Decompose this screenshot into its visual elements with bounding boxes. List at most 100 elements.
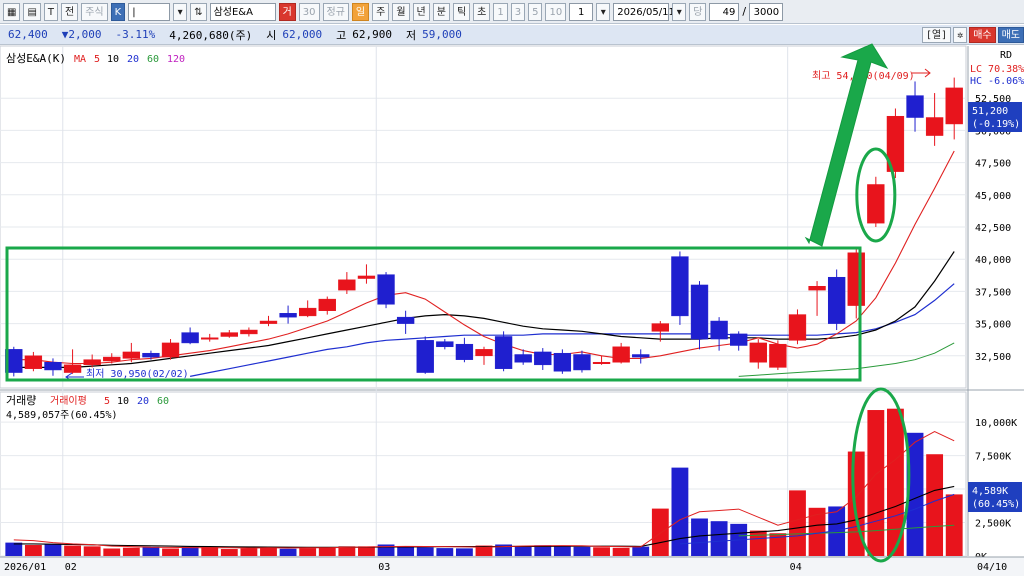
candle-body [122, 351, 141, 359]
candle-body [455, 343, 474, 360]
volume-ma-legend-period: 20 [137, 396, 149, 407]
volume-bar [926, 454, 944, 556]
price-chart-title: 삼성E&A(K) [6, 52, 66, 65]
candle-body [83, 359, 101, 366]
volume-box-value: 4,589K [972, 486, 1008, 497]
candle-body [534, 351, 552, 366]
price-tick-label: 35,000 [975, 320, 1011, 331]
ma-legend-period: 120 [167, 54, 185, 65]
candle-body [44, 361, 62, 371]
volume-bar [593, 547, 610, 556]
volume-bar [122, 547, 140, 556]
volume-bar [64, 545, 81, 556]
volume-chart-title: 거래량 [6, 394, 36, 407]
candle-body [298, 307, 317, 317]
candle-body [201, 337, 219, 340]
price-tick-label: 37,500 [975, 287, 1011, 298]
candle-body [494, 336, 513, 369]
volume-bar [514, 546, 532, 556]
volume-bar [749, 530, 767, 556]
candle-body [279, 313, 297, 318]
candle-body [592, 361, 611, 364]
volume-bar [612, 547, 630, 556]
candle-body [436, 341, 454, 348]
volume-bar [710, 521, 728, 556]
volume-tick-label: 2,500K [975, 519, 1011, 530]
volume-bar [358, 546, 375, 556]
candle-body [553, 352, 572, 372]
candle-body [338, 279, 356, 291]
candle-body [357, 275, 376, 279]
x-label-end: 04/10 [977, 562, 1007, 573]
ma-legend-period: 10 [107, 54, 119, 65]
volume-bar [103, 548, 121, 556]
candle-body [240, 329, 258, 335]
candle-body [651, 323, 670, 332]
volume-bar [299, 548, 317, 556]
volume-bar [553, 546, 571, 556]
stock-chart[interactable]: 52,50050,00047,50045,00042,50040,00037,5… [0, 0, 1024, 576]
volume-ma-legend-period: 10 [117, 396, 129, 407]
rd-label: RD [1000, 50, 1012, 61]
ma-legend-period: 60 [147, 54, 159, 65]
candle-body [730, 333, 748, 346]
candle-body [925, 117, 944, 136]
candle-body [318, 298, 336, 311]
ma-legend-period: 5 [94, 54, 100, 65]
candle-body [788, 314, 807, 341]
volume-ma-legend-label: 거래이평 [50, 395, 87, 407]
volume-bar [220, 549, 238, 556]
ma-legend-period: 20 [127, 54, 139, 65]
candle-body [24, 355, 43, 369]
x-label-apr: 04 [790, 562, 802, 573]
volume-bar [201, 546, 219, 556]
volume-bar [44, 543, 62, 556]
candle-body [573, 354, 591, 371]
volume-bar [181, 546, 199, 556]
volume-bar [789, 490, 806, 556]
candle-body [632, 354, 650, 358]
candle-body [161, 342, 180, 358]
volume-ma-legend-period: 5 [104, 396, 110, 407]
volume-bar [240, 548, 258, 556]
volume-bar [5, 542, 23, 556]
volume-bar [573, 546, 591, 556]
candle-body [671, 256, 689, 317]
candle-body [749, 342, 767, 363]
candle-body [847, 252, 865, 306]
current-price-box-pct: (-0.19%) [972, 119, 1020, 130]
candle-body [377, 274, 395, 305]
volume-bar [162, 548, 179, 556]
volume-bar [632, 546, 650, 556]
volume-bar [24, 545, 42, 556]
price-tick-label: 45,000 [975, 191, 1011, 202]
volume-bar [867, 410, 885, 556]
price-tick-label: 47,500 [975, 159, 1011, 170]
candle-body [142, 352, 160, 358]
candle-body [690, 284, 709, 340]
current-price-box-value: 51,200 [972, 106, 1008, 117]
low-annotation: 최저 30,950(02/02) [86, 368, 189, 380]
candle-body [514, 354, 532, 363]
hc-label: HC -6.06% [970, 76, 1024, 87]
volume-bar [279, 548, 297, 556]
candle-body [475, 349, 493, 357]
candle-body [181, 332, 199, 344]
volume-bar [436, 548, 454, 556]
volume-bar [318, 547, 336, 556]
candle-body [612, 346, 630, 363]
x-axis-strip [0, 557, 1024, 576]
candle-body [867, 184, 885, 224]
ma-legend-label: MA [74, 54, 86, 65]
candle-body [259, 320, 278, 324]
lc-label: LC 70.38% [970, 64, 1024, 75]
candle-body [710, 320, 728, 340]
candle-body [769, 343, 787, 368]
candle-body [63, 364, 82, 373]
volume-bar [651, 508, 669, 556]
price-tick-label: 40,000 [975, 255, 1011, 266]
volume-ma-legend-period: 60 [157, 396, 169, 407]
volume-bar [416, 547, 434, 556]
candle-body [906, 95, 924, 118]
candle-body [808, 285, 826, 291]
